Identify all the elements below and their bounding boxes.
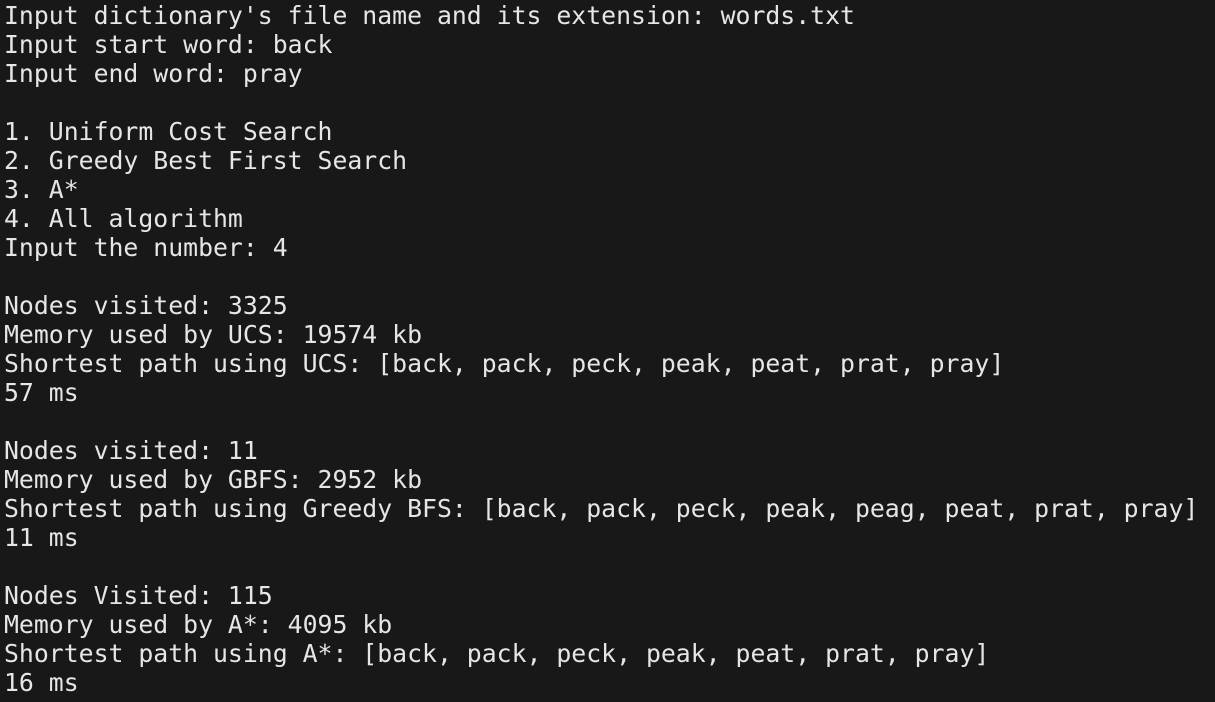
astar-nodes-visited: Nodes Visited: 115 [4,581,273,610]
ucs-nodes-visited: Nodes visited: 3325 [4,291,288,320]
prompt-number: Input the number: 4 [4,233,288,262]
menu-option-gbfs: 2. Greedy Best First Search [4,146,408,175]
astar-time: 16 ms [4,668,79,697]
gbfs-memory-used: Memory used by GBFS: 2952 kb [4,465,423,494]
menu-option-all: 4. All algorithm [4,204,243,233]
prompt-start-word: Input start word: back [4,30,333,59]
astar-memory-used: Memory used by A*: 4095 kb [4,610,393,639]
gbfs-shortest-path: Shortest path using Greedy BFS: [back, p… [4,494,1199,523]
astar-shortest-path: Shortest path using A*: [back, pack, pec… [4,639,990,668]
prompt-dictionary-file: Input dictionary's file name and its ext… [4,1,855,30]
menu-option-astar: 3. A* [4,175,79,204]
terminal-output[interactable]: Input dictionary's file name and its ext… [0,0,1215,702]
ucs-memory-used: Memory used by UCS: 19574 kb [4,320,423,349]
ucs-time: 57 ms [4,378,79,407]
menu-option-ucs: 1. Uniform Cost Search [4,117,333,146]
gbfs-time: 11 ms [4,523,79,552]
ucs-shortest-path: Shortest path using UCS: [back, pack, pe… [4,349,1005,378]
gbfs-nodes-visited: Nodes visited: 11 [4,436,258,465]
prompt-end-word: Input end word: pray [4,59,303,88]
